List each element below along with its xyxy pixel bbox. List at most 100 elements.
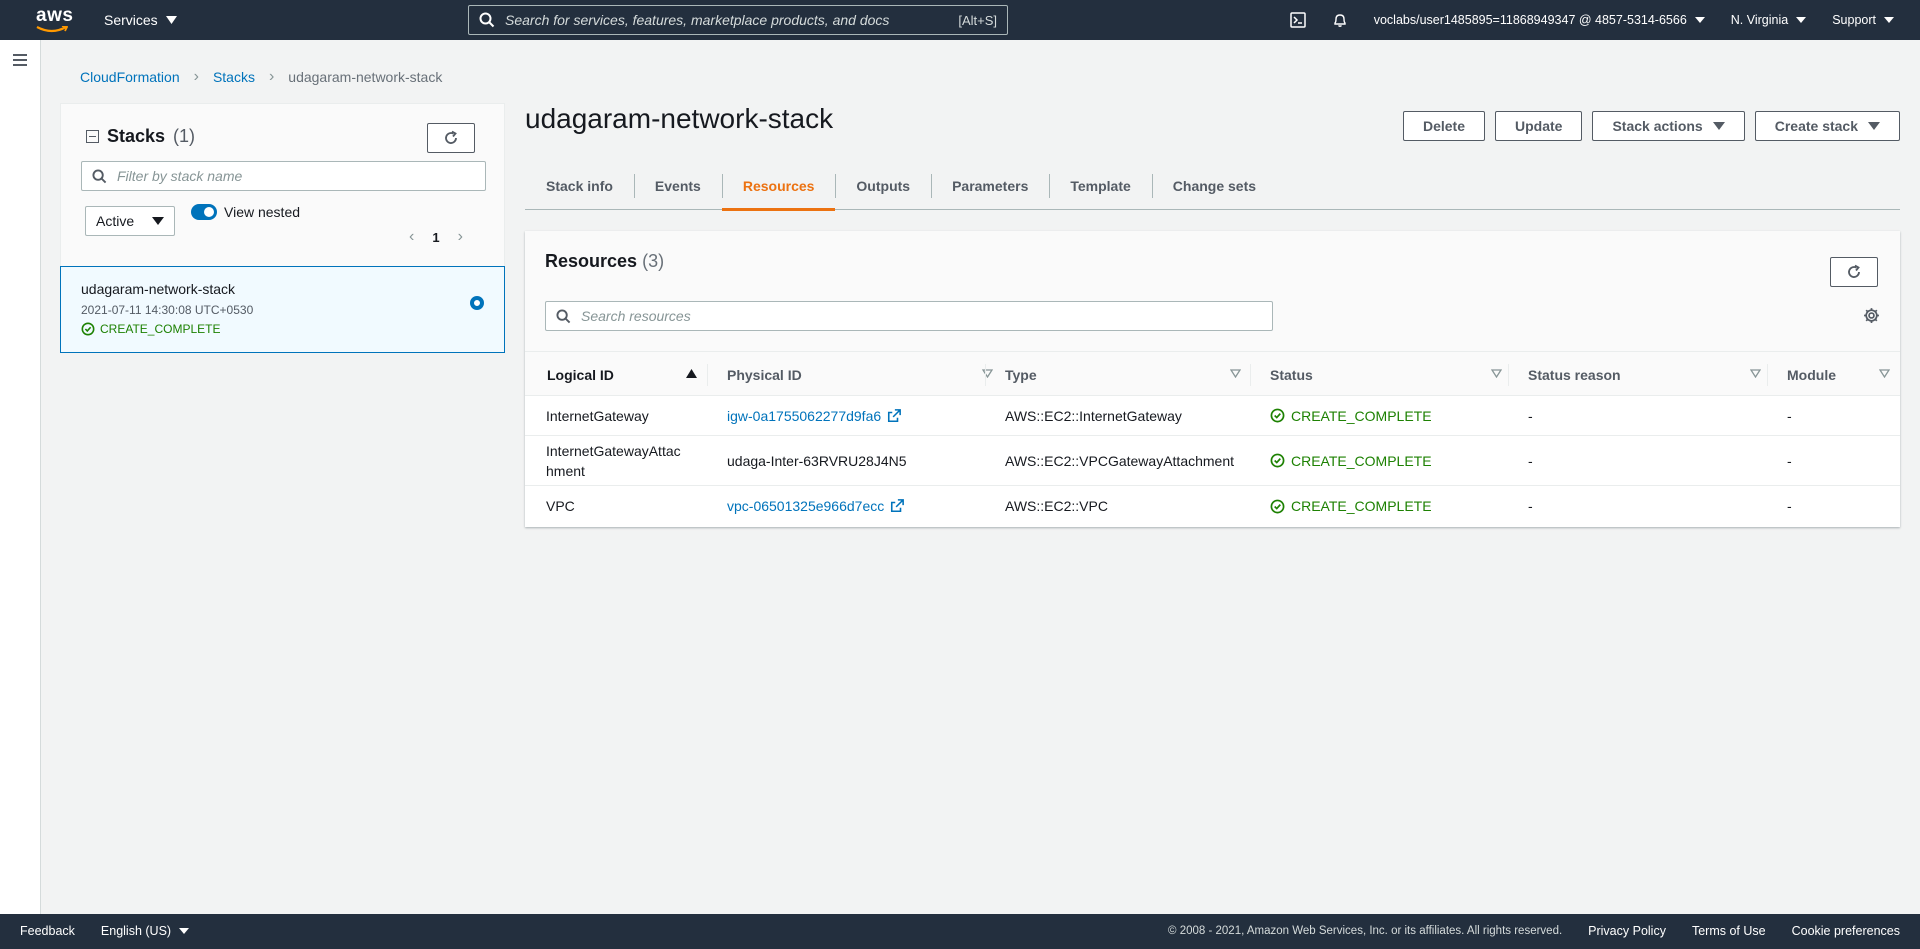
caret-down-icon xyxy=(1694,17,1705,23)
aws-smile-icon xyxy=(36,26,68,33)
column-label: Physical ID xyxy=(727,366,802,383)
stack-item-radio[interactable] xyxy=(470,296,484,310)
global-search-input[interactable]: Search for services, features, marketpla… xyxy=(468,5,1008,35)
notifications-button[interactable] xyxy=(1332,12,1348,28)
tab-resources[interactable]: Resources xyxy=(721,162,836,211)
cell-logical-id: InternetGatewayAttac hment xyxy=(546,436,681,485)
refresh-icon xyxy=(445,130,457,144)
stack-actions-dropdown[interactable]: Stack actions xyxy=(1592,111,1745,141)
stack-actions-label: Stack actions xyxy=(1612,118,1703,134)
side-navigation-rail xyxy=(0,40,41,914)
stack-item-status: CREATE_COMPLETE xyxy=(81,322,220,336)
update-button-label: Update xyxy=(1515,118,1563,134)
stack-status-select[interactable]: Active xyxy=(85,206,175,236)
cell-module: - xyxy=(1787,452,1792,469)
services-menu[interactable]: Services xyxy=(104,12,177,28)
column-header-logical-id[interactable]: Logical ID xyxy=(547,352,707,397)
region-menu[interactable]: N. Virginia xyxy=(1731,13,1807,27)
language-selector[interactable]: English (US) xyxy=(101,924,190,938)
resources-search-input[interactable]: Search resources xyxy=(545,301,1273,331)
search-shortcut-hint: [Alt+S] xyxy=(958,12,997,28)
breadcrumb-stacks[interactable]: Stacks xyxy=(213,69,255,85)
caret-down-icon xyxy=(165,16,177,24)
caret-down-icon xyxy=(1712,122,1725,130)
collapse-panel-icon[interactable] xyxy=(86,130,99,143)
resources-refresh-button[interactable] xyxy=(1830,257,1878,287)
aws-logo[interactable]: aws xyxy=(36,6,73,34)
stack-list-item[interactable]: udagaram-network-stack 2021-07-11 14:30:… xyxy=(60,266,505,353)
sort-icon xyxy=(1230,369,1241,378)
tab-outputs[interactable]: Outputs xyxy=(835,162,931,210)
tab-stack-info[interactable]: Stack info xyxy=(525,162,634,210)
table-row: InternetGateway igw-0a1755062277d9fa6 AW… xyxy=(525,396,1900,436)
services-label: Services xyxy=(104,12,158,28)
stacks-pagination: ‹ 1 › xyxy=(409,228,463,246)
stacks-refresh-button[interactable] xyxy=(427,123,475,153)
chevron-right-icon[interactable]: › xyxy=(458,228,463,246)
view-nested-toggle[interactable] xyxy=(191,204,217,220)
stack-detail-tabs: Stack info Events Resources Outputs Para… xyxy=(525,162,1900,211)
create-stack-label: Create stack xyxy=(1774,118,1858,134)
breadcrumb-cloudformation[interactable]: CloudFormation xyxy=(80,69,180,85)
update-button[interactable]: Update xyxy=(1495,111,1583,141)
stack-item-status-text: CREATE_COMPLETE xyxy=(100,322,221,336)
resources-count: (3) xyxy=(642,251,665,271)
gear-icon[interactable] xyxy=(1863,307,1880,324)
resources-title-text: Resources xyxy=(545,251,638,271)
external-link-icon[interactable] xyxy=(890,499,905,513)
tab-template[interactable]: Template xyxy=(1049,162,1151,210)
cell-type: AWS::EC2::VPC xyxy=(1005,498,1108,514)
sort-icon xyxy=(1750,369,1761,378)
current-page-number[interactable]: 1 xyxy=(432,230,439,245)
column-label: Type xyxy=(1005,366,1037,383)
physical-id-link[interactable]: igw-0a1755062277d9fa6 xyxy=(727,408,881,424)
cloudshell-button[interactable] xyxy=(1289,12,1306,28)
cell-status-reason: - xyxy=(1528,498,1533,514)
tab-parameters[interactable]: Parameters xyxy=(931,162,1049,210)
stack-action-buttons: Delete Update Stack actions Create stack xyxy=(1402,111,1900,141)
column-label: Status xyxy=(1270,366,1313,383)
account-menu[interactable]: voclabs/user1485895=11868949347 @ 4857-5… xyxy=(1374,13,1705,27)
physical-id-link[interactable]: vpc-06501325e966d7ecc xyxy=(727,498,884,514)
cookie-preferences-link[interactable]: Cookie preferences xyxy=(1792,924,1900,938)
chevron-right-icon: › xyxy=(268,68,275,85)
terms-of-use-link[interactable]: Terms of Use xyxy=(1692,924,1766,938)
stack-filter-input[interactable]: Filter by stack name xyxy=(81,161,486,191)
sort-icon xyxy=(982,369,993,378)
search-icon xyxy=(479,12,495,28)
status-text: CREATE_COMPLETE xyxy=(1291,498,1432,514)
column-header-type[interactable]: Type xyxy=(1005,352,1251,397)
tab-events[interactable]: Events xyxy=(633,162,722,210)
delete-button[interactable]: Delete xyxy=(1402,111,1485,141)
page-title: udagaram-network-stack xyxy=(525,103,834,134)
stack-filter-placeholder: Filter by stack name xyxy=(117,168,243,184)
external-link-icon[interactable] xyxy=(887,408,902,423)
support-menu[interactable]: Support xyxy=(1832,13,1894,27)
success-check-icon xyxy=(1270,453,1285,468)
search-icon xyxy=(556,308,571,323)
cell-physical-id: igw-0a1755062277d9fa6 xyxy=(727,396,902,435)
column-header-physical-id[interactable]: Physical ID xyxy=(727,352,1003,397)
cell-status-reason: - xyxy=(1528,452,1533,469)
privacy-policy-link[interactable]: Privacy Policy xyxy=(1588,924,1666,938)
cell-logical-id: VPC xyxy=(546,498,575,514)
resources-panel: Resources (3) Search resources Logical I… xyxy=(525,231,1900,527)
tab-change-sets[interactable]: Change sets xyxy=(1151,162,1277,210)
top-navigation: aws Services Search for services, featur… xyxy=(0,0,1920,40)
resources-header: Resources (3) Search resources xyxy=(525,231,1900,351)
stacks-panel-title: Stacks (1) xyxy=(86,126,195,147)
column-header-status[interactable]: Status xyxy=(1270,352,1512,397)
logical-id-line-1: InternetGatewayAttac xyxy=(546,442,681,459)
feedback-link[interactable]: Feedback xyxy=(20,924,75,938)
hamburger-menu-icon[interactable] xyxy=(13,54,27,66)
cell-status-reason: - xyxy=(1528,407,1533,424)
table-row: VPC vpc-06501325e966d7ecc AWS::EC2::VPC … xyxy=(525,486,1900,526)
cell-status: CREATE_COMPLETE xyxy=(1270,486,1432,526)
stack-item-name: udagaram-network-stack xyxy=(81,281,236,297)
cell-module: - xyxy=(1787,407,1792,424)
create-stack-dropdown[interactable]: Create stack xyxy=(1754,111,1900,141)
chevron-left-icon[interactable]: ‹ xyxy=(409,228,414,246)
column-header-module[interactable]: Module xyxy=(1787,352,1900,397)
column-header-status-reason[interactable]: Status reason xyxy=(1528,352,1771,397)
bell-icon xyxy=(1334,14,1346,27)
